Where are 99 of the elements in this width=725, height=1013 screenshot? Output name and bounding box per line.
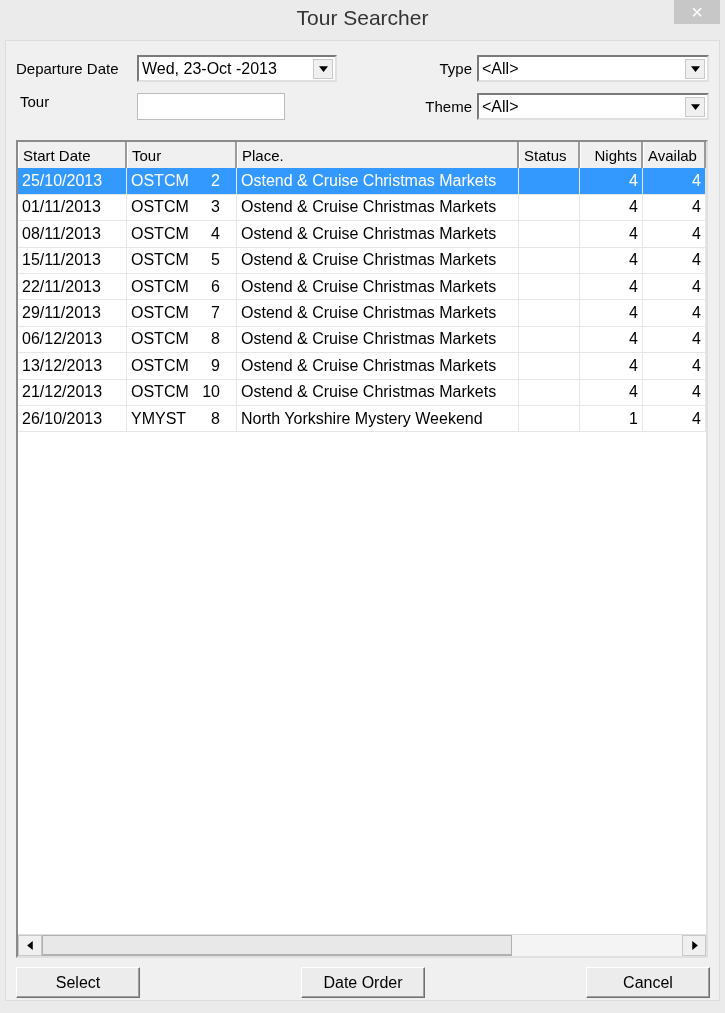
table-cell: 1: [580, 405, 643, 433]
tour-number: 5: [211, 251, 220, 270]
table-cell: Ostend & Cruise Christmas Markets: [237, 326, 519, 354]
tour-code: OSTCM: [131, 251, 189, 270]
cancel-button[interactable]: Cancel: [586, 967, 710, 998]
table-cell: Ostend & Cruise Christmas Markets: [237, 247, 519, 274]
field-label: Type: [439, 60, 472, 77]
table-cell: 4: [643, 273, 706, 301]
empty-cell: [519, 353, 580, 380]
empty-cell: [519, 221, 580, 248]
table-cell: North Yorkshire Mystery Weekend: [237, 405, 519, 433]
table-cell: 25/10/2013: [18, 168, 127, 195]
empty-cell: [519, 379, 580, 406]
table-cell: Ostend & Cruise Christmas Markets: [237, 194, 519, 222]
tour-number: 7: [211, 304, 220, 323]
scroll-left-button[interactable]: [18, 935, 42, 956]
table-cell: 29/11/2013: [18, 300, 127, 327]
column-header[interactable]: Nights: [580, 142, 643, 170]
table-cell: Ostend & Cruise Christmas Markets: [237, 221, 519, 248]
empty-cell: [519, 273, 580, 301]
tour-number: 9: [211, 356, 220, 375]
tour-code: OSTCM: [131, 224, 189, 243]
table-cell: 26/10/2013: [18, 405, 127, 433]
tour-number: 3: [211, 198, 220, 217]
tour-number: 10: [202, 383, 220, 402]
tour-number: 6: [211, 277, 220, 296]
table-cell: 22/11/2013: [18, 273, 127, 301]
horizontal-scrollbar[interactable]: [18, 934, 706, 956]
left-arrow-icon: [25, 941, 35, 950]
column-header[interactable]: Place.: [237, 142, 519, 170]
tour-code: OSTCM: [131, 172, 189, 191]
dropdown-field[interactable]: <All>: [477, 93, 709, 120]
tour-number: 2: [211, 172, 220, 191]
empty-cell: [519, 326, 580, 354]
table-cell: 15/11/2013: [18, 247, 127, 274]
tour-number: 8: [211, 409, 220, 428]
dropdown-button[interactable]: [685, 58, 705, 79]
table-cell: 4: [643, 300, 706, 327]
empty-cell: [519, 300, 580, 327]
table-cell: 21/12/2013: [18, 379, 127, 406]
column-header[interactable]: Start Date: [18, 142, 127, 170]
table-cell: 4: [580, 326, 643, 354]
tour-number: 8: [211, 330, 220, 349]
table-cell: 4: [643, 168, 706, 195]
table-cell: 4: [643, 194, 706, 222]
date-order-button[interactable]: Date Order: [301, 967, 425, 998]
field-label: Departure Date: [16, 60, 120, 77]
tour-code: OSTCM: [131, 198, 189, 217]
scroll-thumb[interactable]: [42, 935, 512, 956]
column-header[interactable]: Availab: [643, 142, 706, 170]
caret-icon: [318, 64, 328, 73]
field-label: Theme: [425, 98, 472, 115]
table-cell: Ostend & Cruise Christmas Markets: [237, 168, 519, 195]
table-cell: 4: [580, 194, 643, 222]
table-cell: 01/11/2013: [18, 194, 127, 222]
empty-cell: [519, 405, 580, 433]
empty-cell: [519, 247, 580, 274]
table-cell: 4: [643, 379, 706, 406]
field-label: Tour: [20, 93, 51, 110]
table-cell: 4: [580, 247, 643, 274]
table-cell: Ostend & Cruise Christmas Markets: [237, 353, 519, 380]
tour-code: OSTCM: [131, 330, 189, 349]
tour-code: YMYST: [131, 409, 187, 428]
table-cell: Ostend & Cruise Christmas Markets: [237, 273, 519, 301]
table-cell: Ostend & Cruise Christmas Markets: [237, 300, 519, 327]
caret-icon: [690, 64, 700, 73]
table-cell: 4: [643, 353, 706, 380]
table-cell: 4: [580, 300, 643, 327]
select-button[interactable]: Select: [16, 967, 140, 998]
text-field[interactable]: [137, 93, 285, 120]
table-cell: Ostend & Cruise Christmas Markets: [237, 379, 519, 406]
scroll-right-button[interactable]: [682, 935, 706, 956]
empty-cell: [519, 194, 580, 222]
dropdown-field[interactable]: <All>: [477, 55, 709, 82]
table-cell: 08/11/2013: [18, 221, 127, 248]
table-cell: 4: [643, 221, 706, 248]
tour-code: OSTCM: [131, 304, 189, 323]
table-cell: 4: [580, 353, 643, 380]
right-arrow-icon: [689, 941, 699, 950]
tour-code: OSTCM: [131, 277, 189, 296]
dropdown-button[interactable]: [685, 96, 705, 117]
dropdown-field[interactable]: Wed, 23-Oct -2013: [137, 55, 337, 82]
table-cell: 4: [643, 326, 706, 354]
dropdown-button[interactable]: [313, 58, 333, 79]
table-cell: 13/12/2013: [18, 353, 127, 380]
table-cell: 06/12/2013: [18, 326, 127, 354]
table-cell: 4: [580, 379, 643, 406]
table-cell: 4: [643, 405, 706, 433]
tour-code: OSTCM: [131, 356, 189, 375]
table-cell: 4: [580, 273, 643, 301]
window-title: Tour Searcher: [296, 6, 429, 30]
table-cell: 4: [580, 168, 643, 195]
column-header[interactable]: Tour: [127, 142, 237, 170]
tour-number: 4: [211, 224, 220, 243]
table-cell: 4: [643, 247, 706, 274]
tour-code: OSTCM: [131, 383, 189, 402]
table-cell: 4: [580, 221, 643, 248]
column-header[interactable]: Status: [519, 142, 580, 170]
caret-icon: [690, 102, 700, 111]
